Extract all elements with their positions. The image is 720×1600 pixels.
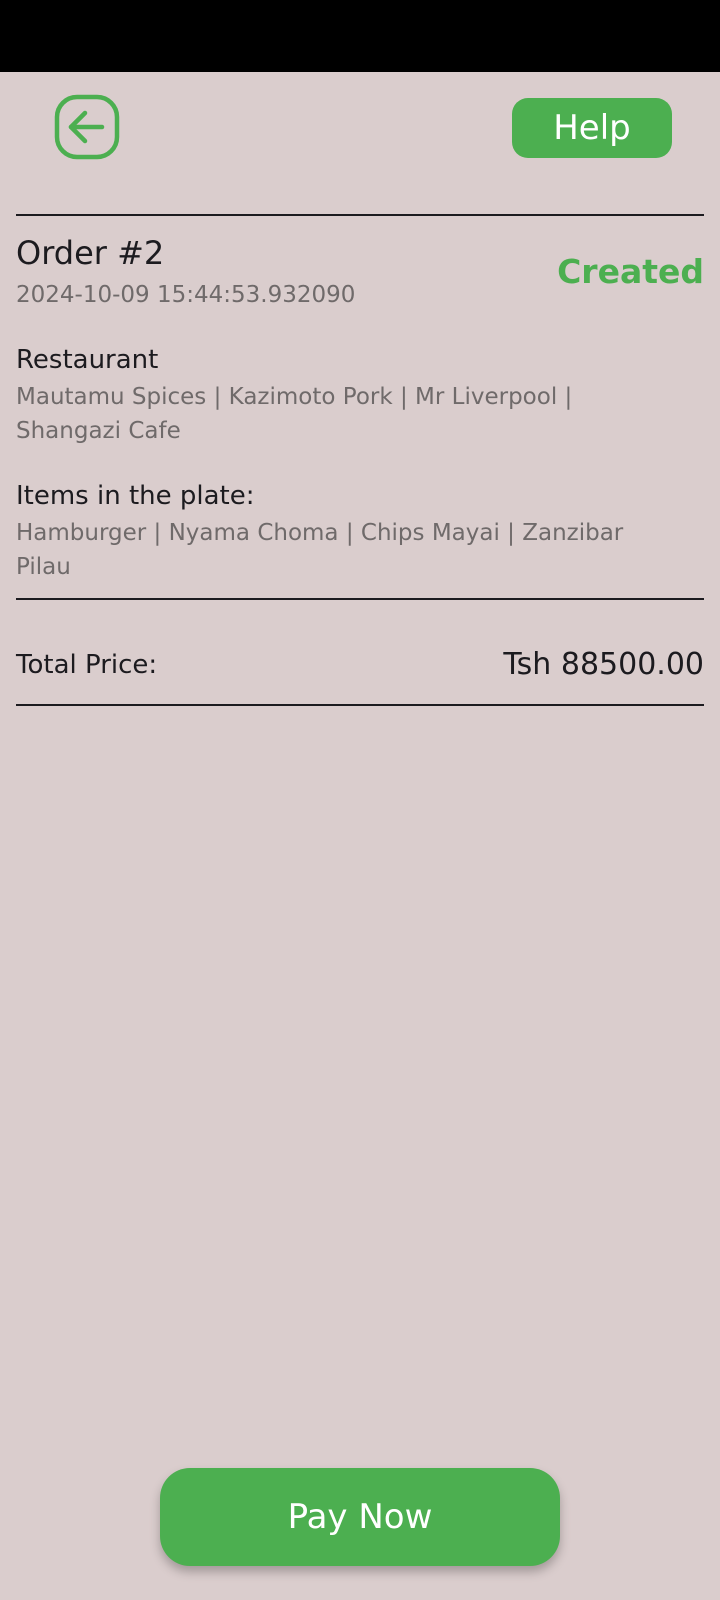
divider-bottom <box>16 704 704 706</box>
status-bar <box>0 0 720 72</box>
pay-now-button[interactable]: Pay Now <box>160 1468 560 1566</box>
order-title: Order #2 <box>16 234 165 272</box>
divider-middle <box>16 598 704 600</box>
restaurant-label: Restaurant <box>16 345 159 375</box>
total-price-value: Tsh 88500.00 <box>503 647 704 682</box>
restaurant-value: Mautamu Spices | Kazimoto Pork | Mr Live… <box>16 384 573 444</box>
divider-top <box>16 214 704 216</box>
order-timestamp: 2024-10-09 15:44:53.932090 <box>16 282 356 308</box>
total-price-label: Total Price: <box>16 650 158 680</box>
arrow-left-circle-icon <box>54 94 120 160</box>
back-button[interactable] <box>54 94 120 160</box>
order-status-badge: Created <box>557 252 704 291</box>
help-button[interactable]: Help <box>512 98 672 158</box>
items-label: Items in the plate: <box>16 481 255 511</box>
items-value: Hamburger | Nyama Choma | Chips Mayai | … <box>16 520 624 580</box>
